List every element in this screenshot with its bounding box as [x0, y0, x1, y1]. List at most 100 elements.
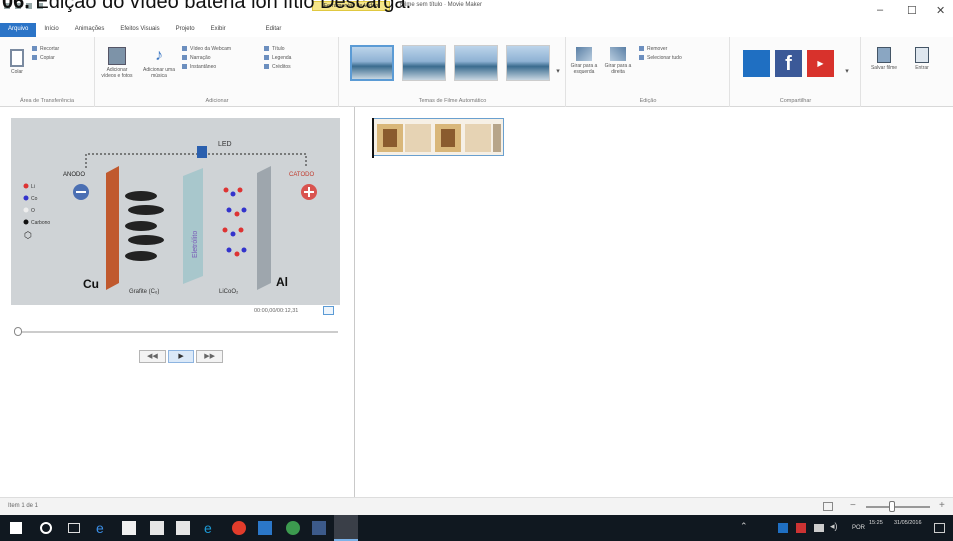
play-button[interactable]: ▶ [167, 350, 195, 363]
mail-icon[interactable] [176, 521, 190, 535]
maximize-button[interactable]: ☐ [907, 4, 917, 17]
close-button[interactable]: ✕ [936, 4, 945, 17]
status-bar: Item 1 de 1 − + [0, 497, 953, 515]
tab-file[interactable]: Arquivo [0, 23, 37, 37]
add-videos-label: Adicionar vídeos e fotos [101, 67, 133, 79]
clip-thumbnails [377, 124, 501, 152]
ie-icon[interactable]: e [204, 521, 218, 535]
select-all-button[interactable]: Selecionar tudo [639, 54, 682, 63]
copy-button[interactable]: Copiar [32, 54, 59, 63]
tab-view[interactable]: Exibir [203, 23, 234, 37]
onedrive-icon[interactable] [743, 50, 770, 77]
film-photo-icon [108, 47, 126, 65]
window-title: Filme sem título · Movie Maker [400, 2, 483, 8]
credits-button[interactable]: Créditos [264, 63, 291, 72]
clock-time[interactable]: 15:25 [869, 519, 883, 527]
word-icon[interactable] [258, 521, 272, 535]
theme-thumbnail-2[interactable] [402, 45, 446, 81]
windows-start-icon[interactable] [10, 522, 22, 534]
previous-frame-button[interactable]: ◀◀ [139, 350, 166, 363]
webcam-video-button[interactable]: Vídeo da Webcam [182, 45, 231, 54]
paste-button[interactable]: Colar [6, 49, 28, 75]
snapshot-button[interactable]: Instantâneo [182, 63, 231, 72]
store-icon[interactable] [122, 521, 136, 535]
zoom-out-icon[interactable]: − [850, 500, 856, 511]
youtube-icon[interactable]: ▶ [807, 50, 834, 77]
licoo2-label: LiCoO₂ [219, 289, 239, 295]
cut-button[interactable]: Recortar [32, 45, 59, 54]
facebook-icon[interactable]: f [775, 50, 802, 77]
remove-button[interactable]: Remover [639, 45, 682, 54]
clipboard-group-label: Área de Transferência [19, 98, 75, 104]
tab-edit[interactable]: Editar [258, 23, 290, 37]
clock-date[interactable]: 31/05/2016 [894, 519, 922, 527]
editing-group: Girar para a esquerda Girar para a direi… [567, 37, 730, 107]
themes-more-chevron-icon[interactable]: ▾ [554, 67, 562, 75]
add-videos-photos-button[interactable]: Adicionar vídeos e fotos [100, 47, 134, 79]
storyboard-view-icon[interactable] [823, 502, 833, 511]
sign-in-button[interactable]: Entrar [906, 47, 938, 71]
chrome-icon[interactable] [286, 521, 300, 535]
edge-icon[interactable]: e [96, 521, 110, 535]
legend-carbon: Carbono [31, 220, 50, 226]
theme-thumbnail-4[interactable] [506, 45, 550, 81]
narration-button[interactable]: Narração [182, 54, 231, 63]
language-indicator[interactable]: POR [852, 521, 866, 535]
save-group: Salvar filme Entrar [862, 37, 953, 107]
add-list-right: Título Legenda Créditos [264, 45, 291, 72]
tab-home[interactable]: Início [36, 23, 66, 37]
user-icon [915, 47, 929, 63]
zoom-slider-track[interactable] [866, 506, 930, 508]
opera-icon[interactable] [232, 521, 246, 535]
legend-o: O [31, 208, 35, 214]
save-movie-button[interactable]: Salvar filme [868, 47, 900, 71]
zoom-in-icon[interactable]: + [939, 500, 945, 511]
aluminium-plate [257, 166, 271, 290]
onedrive-tray-icon[interactable] [778, 523, 788, 533]
copper-plate [106, 166, 119, 290]
seek-bar[interactable] [18, 331, 338, 333]
graphite-label: Grafite (C₆) [129, 289, 159, 295]
ribbon: Colar Recortar Copiar Área de Transferên… [0, 37, 953, 107]
themes-group-label: Temas de Filme Automático [418, 98, 487, 104]
task-view-icon[interactable] [68, 523, 80, 533]
tab-animations[interactable]: Animações [67, 23, 113, 37]
add-group: Adicionar vídeos e fotos ♪ Adicionar uma… [96, 37, 339, 107]
caption-button[interactable]: Legenda [264, 54, 291, 63]
minimize-button[interactable]: – [877, 4, 883, 16]
movie-maker-taskbar-icon[interactable] [334, 515, 358, 541]
theme-thumbnail-3[interactable] [454, 45, 498, 81]
search-icon[interactable] [40, 522, 52, 534]
share-more-chevron-icon[interactable]: ▾ [843, 67, 851, 75]
add-music-button[interactable]: ♪ Adicionar uma música [142, 47, 176, 79]
al-label: Al [276, 275, 288, 289]
people-icon[interactable]: ⌃ [740, 521, 754, 535]
rotate-left-button[interactable]: Girar para a esquerda [569, 47, 599, 75]
playhead-caret[interactable] [372, 118, 374, 158]
tab-visual-effects[interactable]: Efeitos Visuais [112, 23, 167, 37]
theme-thumbnail-1[interactable] [350, 45, 394, 81]
ribbon-tabs: Arquivo Início Animações Efeitos Visuais… [0, 23, 953, 37]
electrolyte-slab [183, 168, 203, 284]
notifications-icon[interactable] [934, 523, 945, 533]
volume-icon[interactable]: ◂) [830, 521, 844, 535]
next-frame-button[interactable]: ▶▶ [196, 350, 224, 363]
tab-project[interactable]: Projeto [168, 23, 203, 37]
fullscreen-button[interactable] [323, 306, 334, 315]
photos-icon[interactable] [312, 521, 326, 535]
carbon-ring-icon: ⬡ [24, 230, 32, 240]
zoom-slider-thumb[interactable] [889, 501, 895, 512]
figure-caption: 06. Edição do vídeo bateria ion lítio De… [2, 0, 411, 14]
rotate-right-icon [610, 47, 626, 61]
antivirus-tray-icon[interactable] [796, 523, 806, 533]
led-icon [197, 146, 207, 158]
clipboard-actions: Recortar Copiar [32, 45, 59, 63]
playback-controls: ◀◀ ▶ ▶▶ [139, 350, 224, 363]
title-button[interactable]: Título [264, 45, 291, 54]
legend-co: Co [31, 196, 38, 202]
battery-tray-icon[interactable] [814, 524, 824, 532]
seek-thumb[interactable] [14, 327, 22, 336]
video-clip[interactable] [372, 118, 504, 156]
calendar-icon[interactable] [150, 521, 164, 535]
rotate-right-button[interactable]: Girar para a direita [603, 47, 633, 75]
